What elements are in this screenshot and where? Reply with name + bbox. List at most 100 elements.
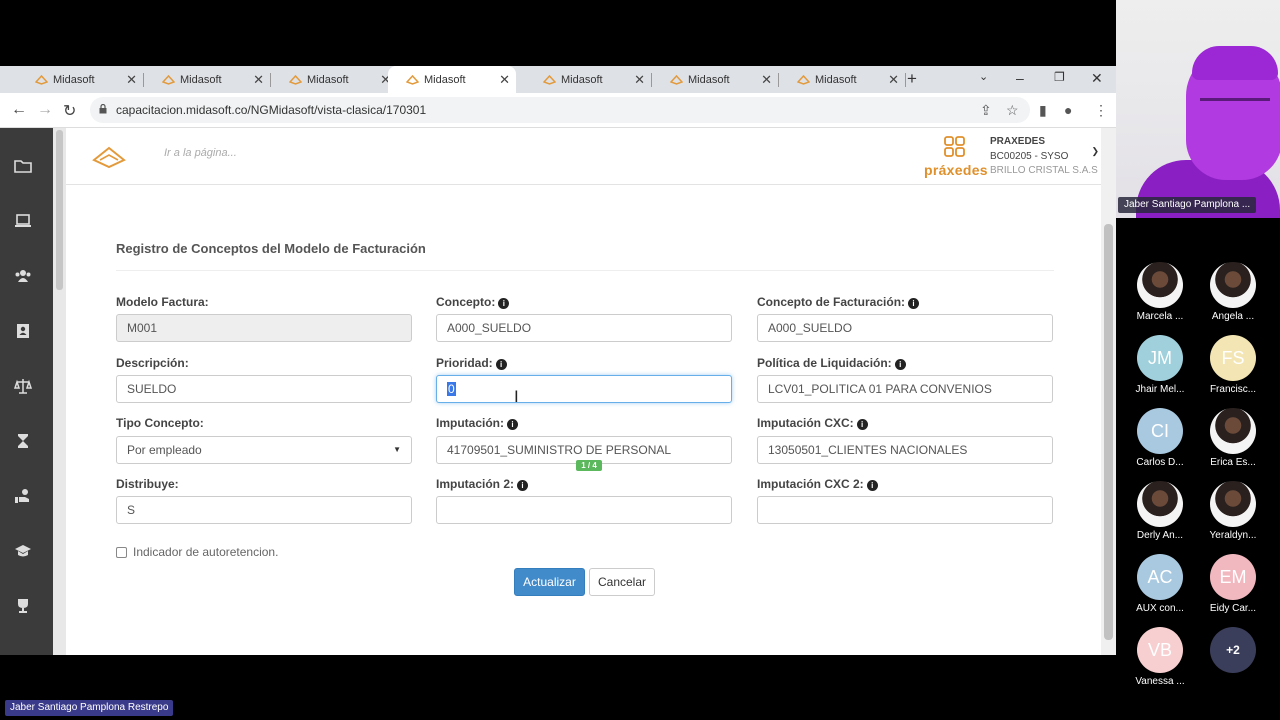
page-title: Registro de Conceptos del Modelo de Fact…: [116, 241, 426, 256]
browser-menu-icon[interactable]: ⋮: [1094, 102, 1108, 119]
hand-holding-icon[interactable]: [14, 488, 32, 504]
participant-name: Francisc...: [1209, 384, 1257, 395]
browser-toolbar: ← → ↻ capacitacion.midasoft.co/NGMidasof…: [0, 93, 1116, 128]
concepto-facturacion-field[interactable]: A000_SUELDO: [757, 314, 1053, 342]
info-icon[interactable]: i: [517, 480, 529, 491]
avatar: [1210, 481, 1256, 527]
info-icon[interactable]: i: [894, 359, 906, 370]
participant-tile[interactable]: FS Francisc...: [1197, 335, 1269, 395]
chevron-down-icon[interactable]: ❯: [1091, 146, 1099, 157]
right-scrollbar[interactable]: [1101, 128, 1116, 655]
address-bar[interactable]: capacitacion.midasoft.co/NGMidasoft/vist…: [90, 97, 1030, 123]
reload-icon[interactable]: ↻: [63, 101, 76, 121]
info-icon[interactable]: i: [908, 298, 920, 309]
browser-tab[interactable]: Midasoft ✕: [17, 66, 144, 93]
cancel-button[interactable]: Cancelar: [589, 568, 655, 596]
id-card-icon[interactable]: [14, 323, 32, 339]
browser-window: Midasoft ✕ Midasoft ✕ Midasoft ✕ Midasof…: [0, 66, 1116, 655]
autoretencion-row[interactable]: Indicador de autoretencion.: [116, 545, 278, 559]
participant-tile[interactable]: EM Eidy Car...: [1197, 554, 1269, 614]
profile-icon[interactable]: ●: [1064, 102, 1072, 118]
participant-tile[interactable]: Yeraldyn...: [1197, 481, 1269, 541]
browser-tab[interactable]: Midasoft ✕: [144, 66, 271, 93]
concepto-field[interactable]: A000_SUELDO: [436, 314, 732, 342]
tab-bar: Midasoft ✕ Midasoft ✕ Midasoft ✕ Midasof…: [0, 66, 1116, 93]
participant-name: Vanessa ...: [1135, 676, 1185, 687]
browser-tab[interactable]: Midasoft ✕: [525, 66, 652, 93]
browser-tab[interactable]: Midasoft ✕: [652, 66, 779, 93]
close-tab-icon[interactable]: ✕: [253, 72, 264, 88]
close-window-icon[interactable]: ✕: [1091, 70, 1103, 87]
page-search-input[interactable]: Ir a la página...: [164, 147, 237, 159]
tab-title: Midasoft: [815, 73, 857, 86]
info-icon[interactable]: i: [856, 419, 868, 430]
close-tab-icon[interactable]: ✕: [499, 72, 510, 88]
balance-scale-icon[interactable]: [14, 378, 32, 394]
participant-name: Carlos D...: [1136, 457, 1184, 468]
dropdown-arrow-icon[interactable]: ▼: [393, 437, 401, 463]
scroll-thumb[interactable]: [56, 130, 63, 290]
new-tab-icon[interactable]: +: [907, 69, 917, 89]
imputacion-cxc-field[interactable]: 13050501_CLIENTES NACIONALES: [757, 436, 1053, 464]
participant-tile[interactable]: Angela ...: [1197, 262, 1269, 322]
praxedes-logo-mark: [944, 136, 965, 157]
close-tab-icon[interactable]: ✕: [888, 72, 899, 88]
close-tab-icon[interactable]: ✕: [126, 72, 137, 88]
autoretencion-checkbox[interactable]: [116, 546, 127, 558]
close-tab-icon[interactable]: ✕: [761, 72, 772, 88]
close-tab-icon[interactable]: ✕: [634, 72, 645, 88]
tab-title: Midasoft: [688, 73, 730, 86]
browser-tab[interactable]: Midasoft ✕: [779, 66, 906, 93]
app-viewport: Ir a la página... práxedes PRAXEDES BC00…: [0, 128, 1116, 655]
tipo-concepto-select[interactable]: Por empleado ▼: [116, 436, 412, 464]
minimize-icon[interactable]: –: [1016, 70, 1024, 86]
participant-tile[interactable]: CI Carlos D...: [1124, 408, 1196, 468]
laptop-icon[interactable]: [14, 213, 32, 229]
graduation-cap-icon[interactable]: [14, 543, 32, 559]
imputacion-2-field[interactable]: [436, 496, 732, 524]
avatar: [1137, 262, 1183, 308]
folder-icon[interactable]: [14, 158, 32, 174]
restore-icon[interactable]: ❐: [1054, 70, 1065, 84]
politica-liquidacion-field[interactable]: LCV01_POLITICA 01 PARA CONVENIOS: [757, 375, 1053, 403]
user-info[interactable]: PRAXEDES BC00205 - SYSO BRILLO CRISTAL S…: [990, 135, 1098, 179]
info-icon[interactable]: i: [498, 298, 510, 309]
forward-icon[interactable]: →: [37, 101, 53, 119]
browser-tab[interactable]: Midasoft ✕: [271, 66, 397, 93]
midasoft-favicon-icon: [543, 74, 556, 85]
trophy-icon[interactable]: [14, 598, 32, 614]
participant-tile[interactable]: Erica Es...: [1197, 408, 1269, 468]
info-icon[interactable]: i: [507, 419, 518, 430]
side-panel-icon[interactable]: ▮: [1039, 102, 1047, 119]
form-panel: Registro de Conceptos del Modelo de Fact…: [66, 185, 1101, 655]
hourglass-icon[interactable]: [14, 433, 32, 449]
bookmark-star-icon[interactable]: ☆: [1006, 102, 1019, 119]
prioridad-field[interactable]: 0: [436, 375, 732, 403]
share-icon[interactable]: ⇪: [980, 102, 992, 119]
distribuye-field[interactable]: S: [116, 496, 412, 524]
tab-search-icon[interactable]: ⌄: [979, 70, 988, 83]
participant-tile[interactable]: AC AUX con...: [1124, 554, 1196, 614]
modelo-factura-field: M001: [116, 314, 412, 342]
info-icon[interactable]: i: [495, 359, 507, 370]
scroll-thumb[interactable]: [1104, 224, 1113, 640]
user-company: BRILLO CRISTAL S.A.S: [990, 165, 1098, 176]
avatar: AC: [1137, 554, 1183, 600]
descripcion-field[interactable]: SUELDO: [116, 375, 412, 403]
participant-tile[interactable]: JM Jhair Mel...: [1124, 335, 1196, 395]
tipo-concepto-value: Por empleado: [127, 443, 202, 457]
participant-tile[interactable]: Derly An...: [1124, 481, 1196, 541]
more-participants-button[interactable]: +2: [1197, 627, 1269, 673]
midasoft-logo[interactable]: [92, 144, 126, 170]
participant-tile[interactable]: Marcela ...: [1124, 262, 1196, 322]
browser-tab-active[interactable]: Midasoft ✕: [388, 66, 516, 93]
participant-tile[interactable]: VB Vanessa ...: [1124, 627, 1196, 687]
modelo-factura-label: Modelo Factura:: [116, 295, 209, 309]
midasoft-favicon-icon: [289, 74, 302, 85]
users-icon[interactable]: [14, 268, 32, 284]
update-button[interactable]: Actualizar: [514, 568, 585, 596]
back-icon[interactable]: ←: [11, 101, 27, 119]
info-icon[interactable]: i: [866, 480, 878, 491]
imputacion-cxc-2-field[interactable]: [757, 496, 1053, 524]
left-scrollbar[interactable]: [53, 128, 66, 655]
